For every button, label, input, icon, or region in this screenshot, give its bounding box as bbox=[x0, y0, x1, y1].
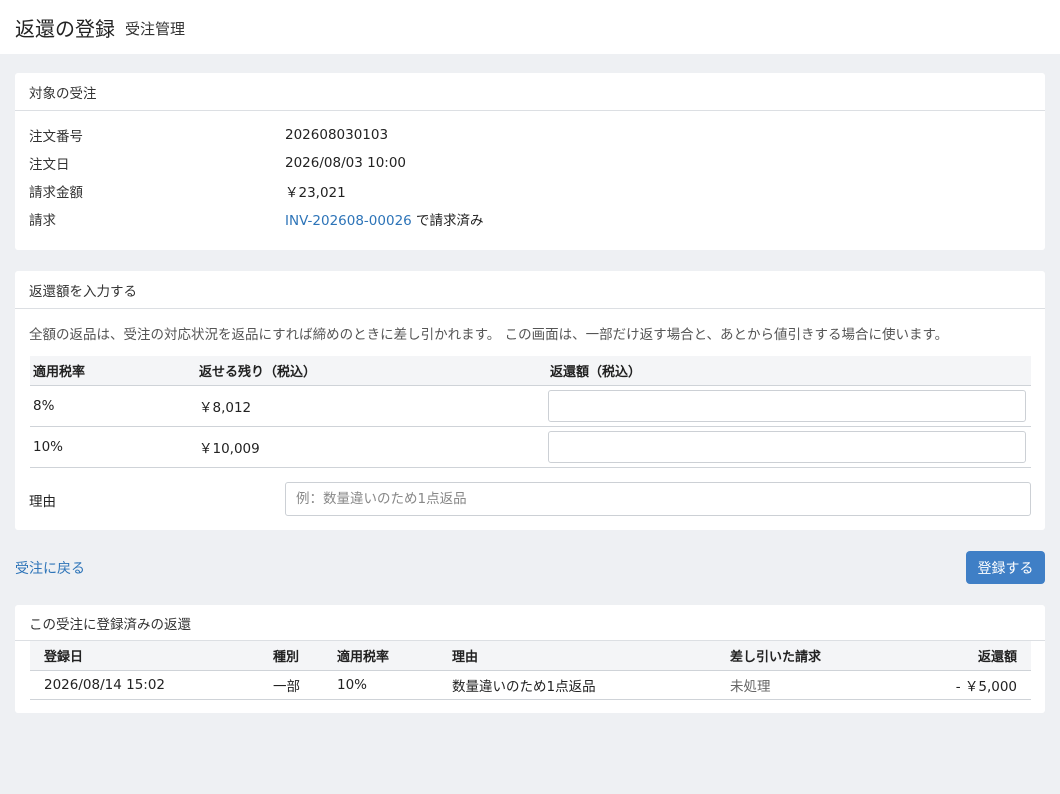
col-tax-rate: 適用税率 bbox=[30, 356, 196, 386]
billing-amount-label: 請求金額 bbox=[29, 185, 83, 201]
invoice-status: で請求済み bbox=[416, 213, 484, 229]
col-rate: 適用税率 bbox=[337, 641, 452, 671]
invoice-label: 請求 bbox=[29, 213, 56, 229]
table-row: 2026/08/14 15:02 一部 10% 数量違いのため1点返品 未処理 … bbox=[30, 670, 1031, 700]
col-amount: 返還額 bbox=[910, 641, 1031, 671]
date-cell: 2026/08/14 15:02 bbox=[30, 670, 273, 700]
page-title: 返還の登録 bbox=[15, 16, 115, 41]
table-row: 8% ￥8,012 bbox=[30, 385, 1031, 427]
tax-rate-cell: 8% bbox=[30, 385, 196, 427]
order-date-row: 注文日 2026/08/03 10:00 bbox=[29, 153, 1029, 173]
reason-input[interactable] bbox=[285, 482, 1031, 516]
registered-refunds-heading: この受注に登録済みの返還 bbox=[15, 605, 1045, 641]
tax-rate-table: 適用税率 返せる残り（税込） 返還額（税込） 8% ￥8,012 10% ￥10… bbox=[30, 356, 1031, 468]
page-header: 返還の登録 受注管理 bbox=[0, 0, 1060, 54]
order-number-link[interactable]: 202608030103 bbox=[285, 127, 388, 143]
remaining-cell: ￥8,012 bbox=[196, 385, 547, 427]
registered-refunds-table: 登録日 種別 適用税率 理由 差し引いた請求 返還額 2026/08/14 15… bbox=[30, 641, 1031, 700]
registered-refunds-card: この受注に登録済みの返還 登録日 種別 適用税率 理由 差し引いた請求 返還額 … bbox=[15, 605, 1045, 713]
refund-amount-input-10[interactable] bbox=[548, 430, 1026, 463]
refund-note: 全額の返品は、受注の対応状況を返品にすれば締めのときに差し引かれます。 この画面… bbox=[29, 327, 949, 343]
order-date-label: 注文日 bbox=[29, 157, 70, 173]
reason-cell: 数量違いのため1点返品 bbox=[452, 670, 730, 700]
billing-amount-row: 請求金額 ￥23,021 bbox=[29, 181, 1029, 201]
col-remaining: 返せる残り（税込） bbox=[196, 356, 547, 386]
col-date: 登録日 bbox=[30, 641, 273, 671]
page-subtitle: 受注管理 bbox=[125, 20, 186, 38]
col-invoice: 差し引いた請求 bbox=[730, 641, 910, 671]
rate-cell: 10% bbox=[337, 670, 452, 700]
col-refund-amount: 返還額（税込） bbox=[547, 356, 1031, 386]
order-number-row: 注文番号 202608030103 bbox=[29, 125, 1029, 145]
table-row: 10% ￥10,009 bbox=[30, 426, 1031, 468]
remaining-cell: ￥10,009 bbox=[196, 426, 547, 468]
invoice-row: 請求 INV-202608-00026 で請求済み bbox=[29, 209, 1029, 229]
invoice-cell: 未処理 bbox=[730, 670, 910, 700]
reason-label: 理由 bbox=[29, 494, 56, 510]
tax-rate-cell: 10% bbox=[30, 426, 196, 468]
refund-amount-input-8[interactable] bbox=[548, 389, 1026, 422]
order-date-value: 2026/08/03 10:00 bbox=[285, 155, 407, 171]
target-order-card: 対象の受注 注文番号 202608030103 注文日 2026/08/03 1… bbox=[15, 73, 1045, 250]
invoice-link[interactable]: INV-202608-00026 bbox=[285, 213, 412, 229]
col-reason: 理由 bbox=[452, 641, 730, 671]
amount-cell: - ￥5,000 bbox=[910, 670, 1031, 700]
kind-cell: 一部 bbox=[273, 670, 337, 700]
target-order-heading: 対象の受注 bbox=[15, 73, 1045, 111]
back-to-order-link[interactable]: 受注に戻る bbox=[15, 558, 85, 578]
refund-entry-heading: 返還額を入力する bbox=[15, 271, 1045, 309]
register-button[interactable]: 登録する bbox=[966, 551, 1045, 584]
billing-amount-value: ￥23,021 bbox=[285, 185, 346, 201]
order-number-label: 注文番号 bbox=[29, 129, 83, 145]
refund-entry-card: 返還額を入力する 全額の返品は、受注の対応状況を返品にすれば締めのときに差し引か… bbox=[15, 271, 1045, 530]
col-kind: 種別 bbox=[273, 641, 337, 671]
